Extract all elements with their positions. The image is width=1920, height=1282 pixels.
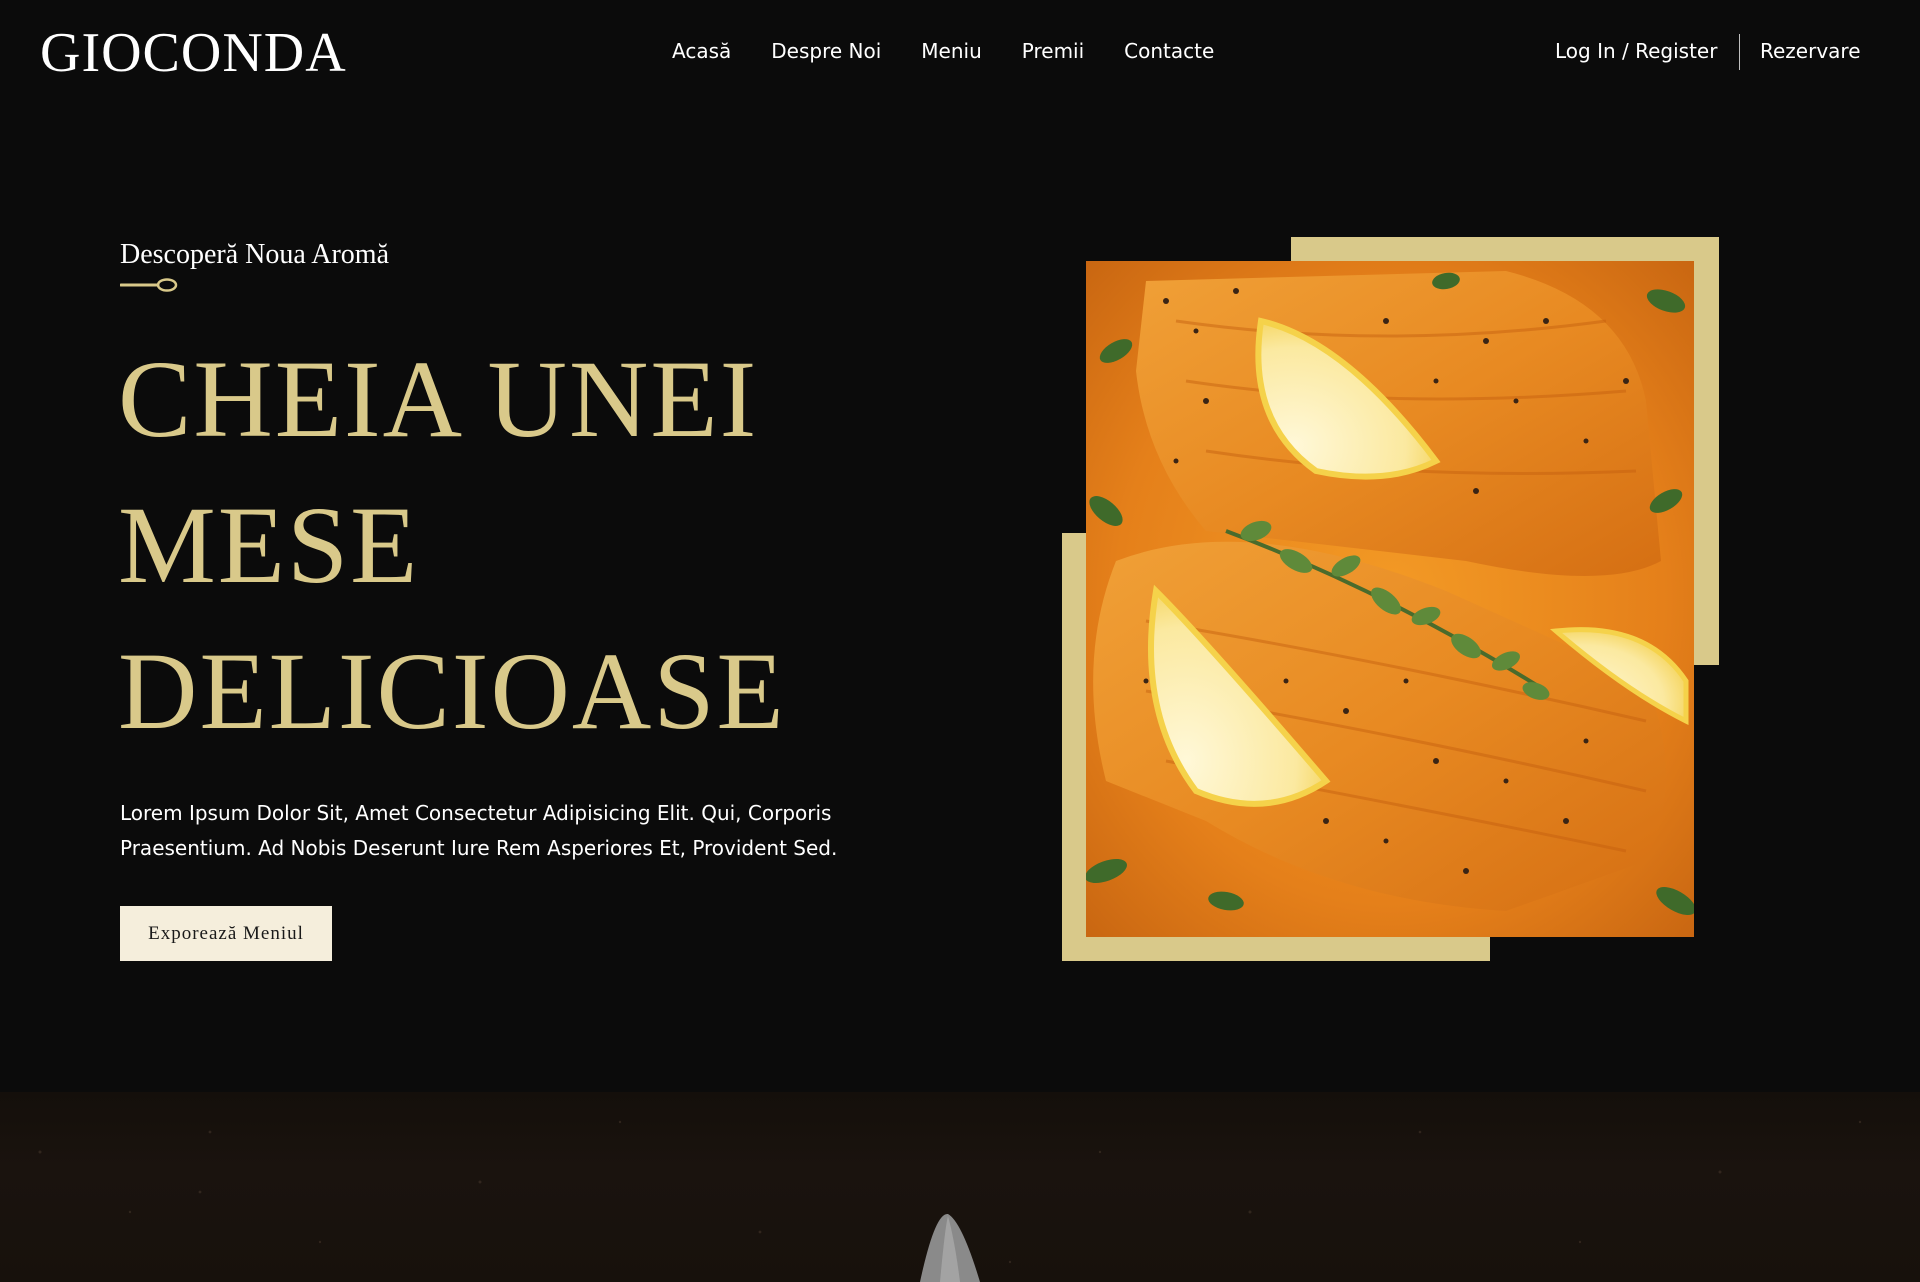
nav-link-menu[interactable]: Meniu (921, 39, 981, 63)
brand-logo[interactable]: GIOCONDA (40, 18, 347, 88)
explore-menu-button[interactable]: Exporează Meniul (120, 906, 332, 961)
nav-divider (1739, 34, 1740, 70)
site-header: GIOCONDA Acasă Despre Noi Meniu Premii C… (0, 0, 1920, 104)
next-section-background (0, 1092, 1920, 1282)
hero-subtitle: Descoperă Noua Aromă (120, 239, 390, 270)
nav-link-awards[interactable]: Premii (1022, 39, 1084, 63)
nav-link-contact[interactable]: Contacte (1124, 39, 1214, 63)
spoon-icon (120, 278, 178, 292)
hero-title: CHEIA UNEI MESE DELICIOASE (118, 326, 898, 764)
hero-description: Lorem Ipsum Dolor Sit, Amet Consectetur … (120, 801, 838, 860)
nav-link-home[interactable]: Acasă (672, 39, 731, 63)
main-nav: Acasă Despre Noi Meniu Premii Contacte (672, 36, 1214, 66)
hero-title-line-1: CHEIA UNEI (118, 338, 759, 460)
hero-food-image (1086, 261, 1694, 937)
login-register-link[interactable]: Log In / Register (1555, 36, 1717, 66)
nav-link-about[interactable]: Despre Noi (771, 39, 881, 63)
hero-title-line-2: MESE (118, 484, 420, 606)
hero-title-line-3: DELICIOASE (118, 630, 786, 752)
reservation-link[interactable]: Rezervare (1760, 36, 1861, 66)
